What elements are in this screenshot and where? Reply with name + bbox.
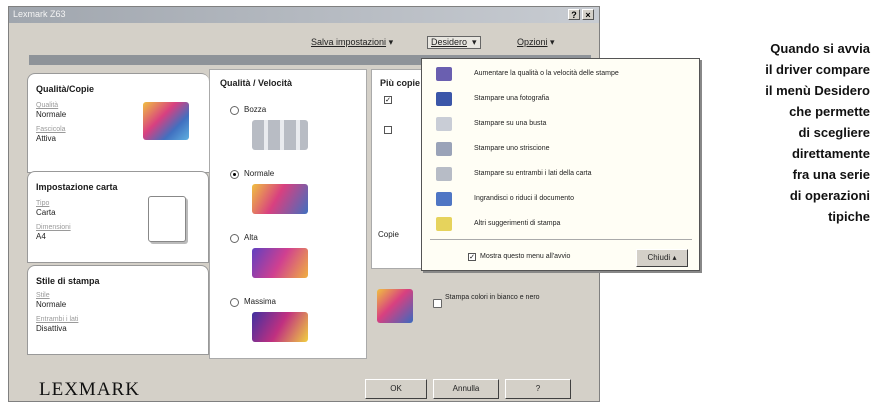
radio-maximum[interactable] <box>230 298 239 307</box>
tab-quality-copies[interactable]: Qualità/Copie Qualità Normale Fascicola … <box>27 73 209 173</box>
envelope-icon <box>436 117 452 131</box>
quality-speed-heading: Qualità / Velocità <box>220 78 293 88</box>
collate-checkbox[interactable]: ✓ <box>384 96 392 104</box>
help-title-button[interactable]: ? <box>568 9 580 20</box>
radio-draft-label: Bozza <box>244 105 267 114</box>
ok-button[interactable]: OK <box>365 379 427 399</box>
dropdown-item[interactable]: Ingrandisci o riduci il documento <box>422 190 699 210</box>
bw-label: Stampa colori in bianco e nero <box>445 294 540 301</box>
dropdown-item-label: Altri suggerimenti di stampa <box>474 220 561 227</box>
paper-type-label: Tipo <box>36 200 50 207</box>
quality-speed-icon <box>436 67 452 81</box>
collate-value: Attiva <box>36 134 57 143</box>
duplex-value: Disattiva <box>36 324 67 333</box>
quality-label: Qualità <box>36 102 59 109</box>
dropdown-item-label: Stampare su una busta <box>474 120 547 127</box>
title-bar: Lexmark Z63 ? × <box>9 7 599 23</box>
lexmark-logo: LEXMARK <box>39 379 140 400</box>
quality-speed-panel: Qualità / Velocità Bozza Normale Alta Ma… <box>209 69 367 359</box>
paper-type-value: Carta <box>36 208 56 217</box>
paper-size-value: A4 <box>36 232 46 241</box>
desidero-menu[interactable]: Desidero ▾ <box>427 36 481 49</box>
dropdown-item[interactable]: Stampare su entrambi i lati della carta <box>422 165 699 185</box>
window-title: Lexmark Z63 <box>13 9 66 19</box>
radio-high[interactable] <box>230 234 239 243</box>
color-bw-icon <box>377 289 413 323</box>
radio-normal-label: Normale <box>244 169 275 178</box>
style-value: Normale <box>36 300 67 309</box>
dropdown-item[interactable]: Stampare su una busta <box>422 115 699 135</box>
draft-preview-icon <box>252 120 308 150</box>
dropdown-item-label: Stampare uno striscione <box>474 145 550 152</box>
article-caption: Quando si avvia il driver compare il men… <box>765 41 870 224</box>
tab-print-style[interactable]: Stile di stampa Stile Normale Entrambi i… <box>27 265 209 355</box>
photo-icon <box>436 92 452 106</box>
dropdown-item[interactable]: Stampare una fotografia <box>422 90 699 110</box>
quality-value: Normale <box>36 110 67 119</box>
copies-heading: Più copie <box>380 78 421 88</box>
radio-high-label: Alta <box>244 233 258 242</box>
quality-thumbnail-icon <box>143 102 189 140</box>
paper-sheet-icon <box>148 196 186 242</box>
dropdown-item-label: Stampare su entrambi i lati della carta <box>474 170 592 177</box>
collate-label: Fascicola <box>36 126 66 133</box>
duplex-label: Entrambi i lati <box>36 316 79 323</box>
close-title-button[interactable]: × <box>582 9 594 20</box>
dropdown-item[interactable]: Stampare uno striscione <box>422 140 699 160</box>
tab-paper-setup[interactable]: Impostazione carta Tipo Carta Dimensioni… <box>27 171 209 263</box>
radio-maximum-label: Massima <box>244 297 277 306</box>
dropdown-item[interactable]: Aumentare la qualità o la velocità delle… <box>422 65 699 85</box>
help-button[interactable]: ? <box>505 379 571 399</box>
tab-style-title: Stile di stampa <box>36 276 100 286</box>
copies-label: Copie <box>378 230 399 239</box>
maximum-preview-icon <box>252 312 308 342</box>
save-settings-menu[interactable]: Salva impostazioni ▾ <box>311 37 393 48</box>
normal-preview-icon <box>252 184 308 214</box>
radio-draft[interactable] <box>230 106 239 115</box>
show-on-start-label: Mostra questo menu all'avvio <box>480 253 571 260</box>
dropdown-divider <box>430 239 692 240</box>
bw-checkbox[interactable] <box>433 299 442 308</box>
tips-icon <box>436 217 452 231</box>
options-menu[interactable]: Opzioni ▾ <box>517 37 555 48</box>
reverse-checkbox[interactable] <box>384 126 392 134</box>
dropdown-item-label: Aumentare la qualità o la velocità delle… <box>474 70 619 77</box>
resize-icon <box>436 192 452 206</box>
tab-paper-title: Impostazione carta <box>36 182 118 192</box>
chevron-up-icon: ▴ <box>672 253 677 262</box>
close-dropdown-button[interactable]: Chiudi ▴ <box>636 249 688 267</box>
dropdown-item-label: Stampare una fotografia <box>474 95 550 102</box>
banner-icon <box>436 142 452 156</box>
tab-quality-title: Qualità/Copie <box>36 84 95 94</box>
duplex-icon <box>436 167 452 181</box>
radio-normal[interactable] <box>230 170 239 179</box>
dropdown-item-label: Ingrandisci o riduci il documento <box>474 195 574 202</box>
desidero-dropdown: Aumentare la qualità o la velocità delle… <box>421 58 700 271</box>
dropdown-item[interactable]: Altri suggerimenti di stampa <box>422 215 699 235</box>
style-label: Stile <box>36 292 50 299</box>
show-on-start-checkbox[interactable]: ✓ <box>468 253 476 261</box>
paper-size-label: Dimensioni <box>36 224 71 231</box>
cancel-button[interactable]: Annulla <box>433 379 499 399</box>
high-preview-icon <box>252 248 308 278</box>
